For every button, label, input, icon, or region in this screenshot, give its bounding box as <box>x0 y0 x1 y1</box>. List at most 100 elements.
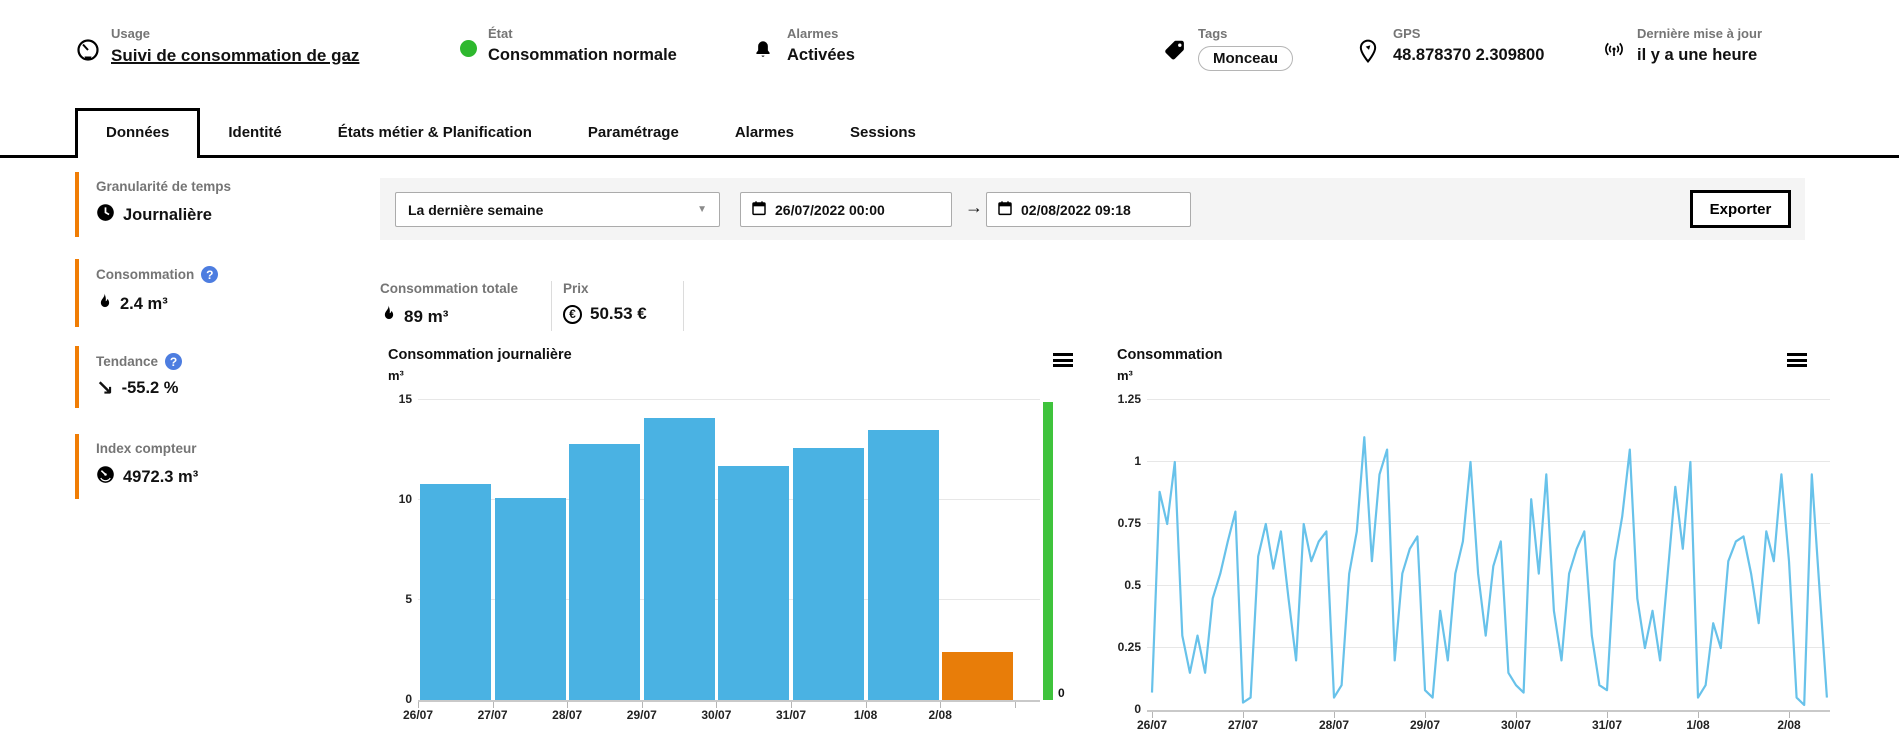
range-arrow-icon: → <box>965 197 983 217</box>
usage-label: Usage <box>111 26 151 41</box>
tab-bar: Données Identité États métier & Planific… <box>0 108 1899 158</box>
bar-26/07[interactable] <box>420 484 491 700</box>
consumption-label: Consommation <box>96 267 195 282</box>
trend-down-icon: ↘ <box>96 376 114 400</box>
last-update-block: Dernière mise à jour il y a une heure <box>1602 26 1762 65</box>
daily-chart-title: Consommation journalière <box>388 347 572 363</box>
daily-chart-scale-label: 0 <box>1058 686 1065 700</box>
filter-bar: La dernière semaine ▼ 26/07/2022 00:00 →… <box>380 178 1805 240</box>
line-chart-plot <box>1147 399 1830 718</box>
status-dot <box>460 40 477 57</box>
meter-index-value: 4972.3 m³ <box>123 467 199 486</box>
price-value: 50.53 € <box>590 304 647 323</box>
x-axis-tick-30/07: 30/07 <box>701 708 732 722</box>
bar-29/07[interactable] <box>643 418 715 700</box>
bar-1/08[interactable] <box>867 430 939 700</box>
tab-sessions[interactable]: Sessions <box>822 111 944 155</box>
y-axis-tick-1.25: 1.25 <box>1117 392 1141 406</box>
last-update-value: il y a une heure <box>1637 46 1758 64</box>
daily-chart-unit: m³ <box>388 368 404 383</box>
bar-27/07[interactable] <box>494 498 566 700</box>
flame-icon <box>96 292 112 317</box>
antenna-signal-icon <box>1602 38 1626 62</box>
granularity-value: Journalière <box>123 205 212 224</box>
y-axis-tick-15: 15 <box>398 392 412 406</box>
y-axis-tick-0.75: 0.75 <box>1117 516 1141 530</box>
period-select[interactable]: La dernière semaine ▼ <box>395 192 720 227</box>
x-axis-tick-27/07: 27/07 <box>1227 718 1259 732</box>
total-consumption-stat: Consommation totale 89 m³ <box>380 281 518 329</box>
x-axis-tick-30/07: 30/07 <box>1500 718 1532 732</box>
date-from-input[interactable]: 26/07/2022 00:00 <box>740 192 952 227</box>
status-block: État Consommation normale <box>460 26 677 65</box>
usage-value-link[interactable]: Suivi de consommation de gaz <box>111 46 359 66</box>
tag-chip-monceau[interactable]: Monceau <box>1198 46 1294 71</box>
daily-chart-scale-bar <box>1043 402 1053 700</box>
bar-28/07[interactable] <box>569 444 641 700</box>
sidebar-item-trend: Tendance ? ↘ -55.2 % <box>75 346 310 408</box>
x-axis-tick-27/07: 27/07 <box>477 708 508 722</box>
trend-label: Tendance <box>96 354 159 369</box>
line-chart-title: Consommation <box>1117 347 1223 363</box>
gas-monitoring-dashboard: Usage Suivi de consommation de gaz État … <box>0 0 1899 744</box>
trend-help-icon[interactable]: ? <box>165 353 183 370</box>
daily-consumption-chart: Consommation journalière m³ 0 5 10 15 26/07… <box>380 345 1080 740</box>
y-axis-tick-10: 10 <box>398 492 412 506</box>
trend-value: -55.2 % <box>121 379 179 397</box>
tab-identite[interactable]: Identité <box>200 111 309 155</box>
tab-alarmes[interactable]: Alarmes <box>707 111 822 155</box>
alarms-value: Activées <box>787 46 855 64</box>
gps-block: GPS 48.878370 2.309800 <box>1358 26 1544 65</box>
last-update-label: Dernière mise à jour <box>1637 26 1762 41</box>
x-axis-tick-28/07: 28/07 <box>1318 718 1350 732</box>
period-select-value: La dernière semaine <box>408 201 544 218</box>
consumption-help-icon[interactable]: ? <box>201 266 219 283</box>
tags-label: Tags <box>1198 26 1228 41</box>
stats-divider <box>551 281 552 331</box>
line-chart-menu-icon[interactable] <box>1787 353 1807 367</box>
y-axis-tick-0: 0 <box>1134 702 1141 716</box>
daily-chart-menu-icon[interactable] <box>1053 353 1073 367</box>
x-axis-tick-26/07: 26/07 <box>402 708 434 722</box>
date-to-value: 02/08/2022 09:18 <box>1021 201 1131 218</box>
y-axis-tick-0: 0 <box>405 692 412 706</box>
euro-icon: € <box>563 304 582 324</box>
flame-icon <box>380 304 396 329</box>
x-axis-tick-26/07: 26/07 <box>1136 718 1168 732</box>
bar-30/07[interactable] <box>718 466 790 700</box>
clock-icon <box>96 203 115 227</box>
alarms-block: Alarmes Activées <box>752 26 855 65</box>
consumption-line-series <box>1150 436 1828 707</box>
x-axis-tick-28/07: 28/07 <box>552 708 583 722</box>
status-label: État <box>488 26 513 41</box>
bar-31/07[interactable] <box>793 448 864 700</box>
consumption-line-chart: Consommation m³ 0 0.25 0.5 0.75 1 1.25 26/07 2… <box>1109 345 1899 740</box>
xtick <box>1014 702 1016 708</box>
granularity-label: Granularité de temps <box>96 179 232 194</box>
total-consumption-label: Consommation totale <box>380 281 519 296</box>
x-axis-tick-29/07: 29/07 <box>626 708 657 722</box>
x-axis-tick-1/08: 1/08 <box>853 708 878 722</box>
date-to-input[interactable]: 02/08/2022 09:18 <box>986 192 1191 227</box>
alarms-label: Alarmes <box>787 26 839 41</box>
date-from-value: 26/07/2022 00:00 <box>775 201 885 218</box>
x-axis-tick-31/07: 31/07 <box>1591 718 1623 732</box>
daily-chart-plot <box>418 399 1040 708</box>
tab-etats-metier-planification[interactable]: États métier & Planification <box>310 111 560 155</box>
tab-parametrage[interactable]: Paramétrage <box>560 111 707 155</box>
meter-icon <box>96 465 115 489</box>
y-axis-tick-5: 5 <box>405 592 412 606</box>
y-axis-tick-0.5: 0.5 <box>1124 578 1141 592</box>
consumption-value: 2.4 m³ <box>120 295 168 313</box>
gps-value: 48.878370 2.309800 <box>1393 46 1545 64</box>
total-consumption-value: 89 m³ <box>404 306 449 326</box>
x-axis-tick-31/07: 31/07 <box>775 708 807 722</box>
bell-icon <box>752 38 776 62</box>
export-button[interactable]: Exporter <box>1690 190 1791 228</box>
bar-2/08[interactable] <box>942 652 1014 700</box>
calendar-icon <box>751 200 767 219</box>
tab-donnees[interactable]: Données <box>75 108 201 158</box>
sidebar-item-granularity: Granularité de temps Journalière <box>75 172 310 237</box>
y-axis-tick-1: 1 <box>1134 454 1141 468</box>
x-axis-tick-2/08: 2/08 <box>928 708 952 722</box>
